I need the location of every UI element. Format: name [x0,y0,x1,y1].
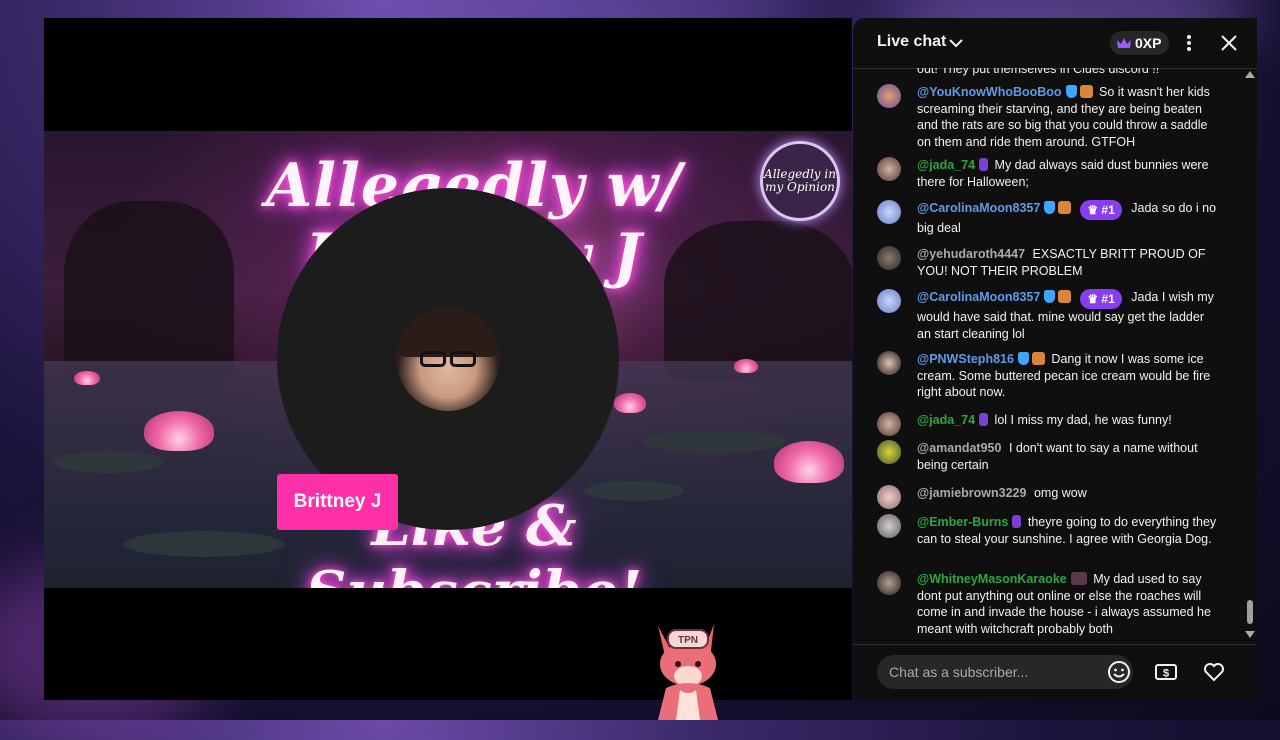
member-badge-icon [1058,201,1072,214]
more-vert-icon[interactable] [1175,29,1203,57]
avatar [877,84,901,108]
close-icon[interactable] [1215,29,1243,57]
avatar [877,289,901,313]
moderator-shield-icon [1044,290,1056,303]
member-badge-icon [979,413,989,426]
fox-mascot-icon: TPN [658,624,718,720]
chat-message-list[interactable]: out! They put themselves in Clues discor… [853,68,1245,644]
message-text: lol I miss my dad, he was funny! [994,413,1172,427]
member-badge-icon [1070,572,1087,585]
avatar [877,440,901,464]
message-author[interactable]: @YouKnowWhoBooBoo [917,85,1062,99]
message-author[interactable]: @yehudaroth4447 [917,247,1025,261]
message-author[interactable]: @WhitneyMasonKaraoke [917,572,1067,586]
crown-icon [1117,38,1131,48]
moderator-shield-icon [1017,352,1029,365]
member-badge-icon [1031,352,1045,365]
lotus-flower [614,393,646,413]
mascot-cap-text: TPN [678,635,698,646]
lotus-flower [774,441,844,483]
message-author[interactable]: @jada_74 [917,158,975,172]
moderator-shield-icon [1044,201,1056,214]
chat-input[interactable] [877,655,1133,689]
video-player[interactable]: Allegedly w/ Brittney J Like & Subscribe… [44,18,852,700]
lotus-flower [144,411,214,451]
avatar [877,571,901,595]
message-text: out! They put themselves in Clues discor… [917,68,1160,76]
scrollbar-thumb[interactable] [1247,600,1253,624]
avatar [877,412,901,436]
avatar [877,200,901,224]
chat-header: Live chat 0XP [853,18,1257,69]
emoji-icon[interactable] [1105,658,1133,686]
live-chat-panel: Live chat 0XP out! They put themselves i… [853,18,1257,700]
rank-value: #1 [1101,292,1115,306]
speaker-name-tag: Brittney J [277,474,398,530]
xp-value: 0XP [1135,35,1162,51]
avatar [877,246,901,270]
super-chat-icon[interactable]: $ [1152,658,1180,686]
chat-scrollbar[interactable] [1245,70,1253,642]
lily-pad [54,451,164,473]
scroll-up-icon[interactable] [1245,71,1255,78]
speaker-avatar [396,307,500,411]
heart-icon[interactable] [1200,658,1228,686]
lotus-flower [734,359,758,373]
message-author[interactable]: @amandat950 [917,441,1001,455]
scroll-down-icon[interactable] [1245,631,1255,638]
message-author[interactable]: @CarolinaMoon8357 [917,201,1040,215]
message-author[interactable]: @CarolinaMoon8357 [917,290,1040,304]
avatar [877,351,901,375]
lotus-flower [74,371,100,385]
member-badge-icon [1079,85,1093,98]
message-author[interactable]: @jada_74 [917,413,975,427]
moderator-shield-icon [1065,85,1077,98]
xp-badge[interactable]: 0XP [1110,31,1170,55]
message-author[interactable]: @PNWSteph816 [917,352,1014,366]
avatar [877,157,901,181]
rank-badge: ♛ #1 [1080,200,1122,220]
message-author[interactable]: @jamiebrown3229 [917,486,1026,500]
rank-badge: ♛ #1 [1080,289,1122,309]
glasses-icon [416,351,480,369]
avatar-hair [396,307,500,357]
svg-text:$: $ [1163,668,1169,680]
rank-value: #1 [1101,203,1115,217]
channel-logo: Allegedly in my Opinion [760,141,840,221]
message-text: omg wow [1033,486,1087,500]
member-badge-icon [979,158,989,171]
avatar [877,485,901,509]
chevron-down-icon[interactable] [947,34,965,52]
member-badge-icon [1058,290,1072,303]
chat-footer: $ [853,644,1257,701]
message-author[interactable]: @Ember-Burns [917,515,1008,529]
member-badge-icon [1012,515,1022,528]
avatar [877,514,901,538]
chat-title[interactable]: Live chat [877,33,946,51]
lily-pad [644,431,784,453]
